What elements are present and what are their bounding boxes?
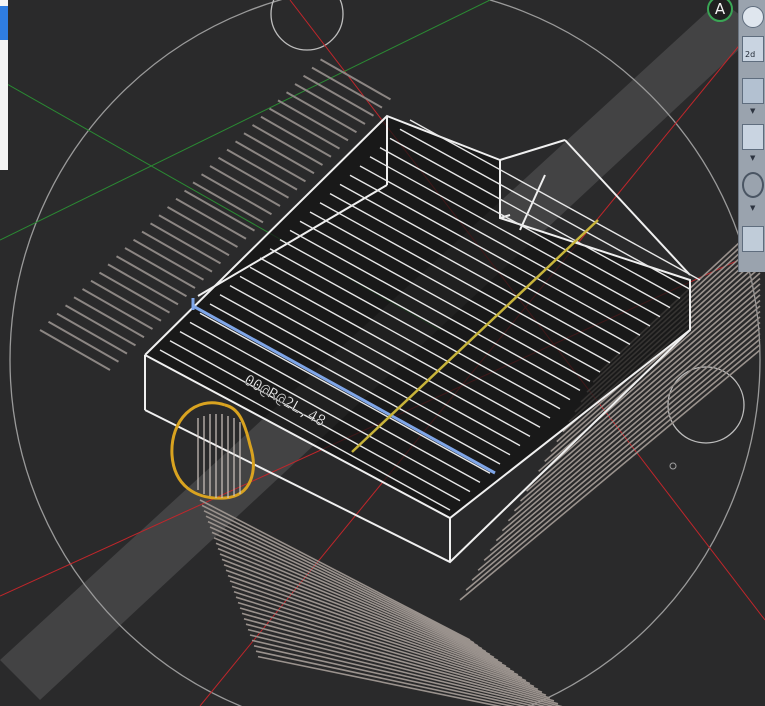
ghost-floor-line [217,547,507,667]
box-view-icon[interactable] [742,78,764,104]
3d-viewport[interactable]: 00@R@2L,48 [0,0,765,706]
2d-view-icon[interactable]: 2d [742,36,764,62]
left-panel-accent [0,6,8,40]
ghost-floor-line [211,531,495,659]
ghost-floor-line [215,542,503,664]
orbit-sphere-icon[interactable] [742,6,764,28]
circle-view-icon[interactable] [742,172,764,198]
grid-view-icon[interactable] [742,226,764,252]
orbit-center-mark [669,462,677,470]
orbit-handle-top[interactable] [270,0,344,51]
navigation-toolbar: 2d ▼ ▼ ▼ [738,0,765,272]
left-panel-edge[interactable] [0,0,8,170]
ghost-floor-line [245,623,563,706]
ghost-floor-line [251,639,538,706]
compass-letter: A [714,0,726,18]
chevron-down-icon[interactable]: ▼ [750,205,755,212]
2d-label: 2d [745,50,756,59]
viewport-canvas[interactable]: 00@R@2L,48 [0,0,765,706]
cube-view-icon[interactable] [742,124,764,150]
chevron-down-icon[interactable]: ▼ [750,155,755,162]
chevron-down-icon[interactable]: ▼ [750,108,755,115]
ghost-floor-line [199,499,471,641]
